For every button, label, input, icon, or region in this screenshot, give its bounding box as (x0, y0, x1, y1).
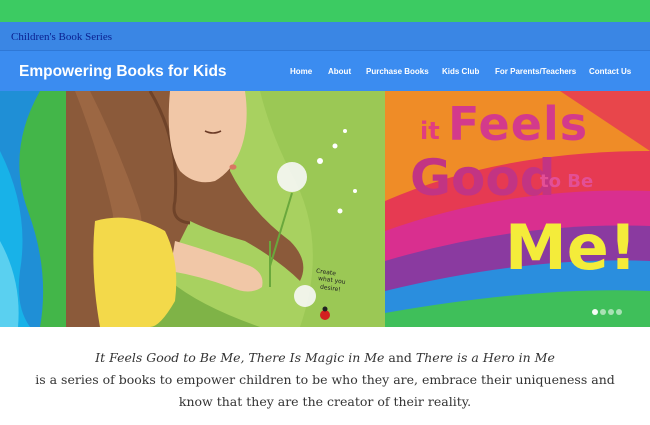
series-bar: Children's Book Series (0, 22, 650, 51)
intro-line-2: is a series of books to empower children… (35, 372, 615, 387)
slider-dots (592, 302, 624, 320)
book-title-3: There is a Hero in Me (415, 350, 555, 365)
slider-dot-2[interactable] (600, 309, 606, 315)
cover-title-to-be: to Be (540, 171, 594, 192)
cover-title-feels: Feels (448, 97, 589, 151)
site-brand[interactable]: Empowering Books for Kids (19, 63, 227, 81)
intro-line-3: know that they are the creator of their … (178, 394, 472, 409)
cover-title-it: it (420, 117, 440, 145)
slider-dot-3[interactable] (608, 309, 614, 315)
nav-kids-club[interactable]: Kids Club (442, 67, 479, 76)
intro-conjunction: and (388, 350, 412, 365)
cover-title-good: Good (410, 149, 556, 207)
slider-dot-4[interactable] (616, 309, 622, 315)
nav-about[interactable]: About (328, 67, 351, 76)
top-accent-bar (0, 0, 650, 22)
nav-parents-teachers[interactable]: For Parents/Teachers (495, 67, 576, 76)
cover-title-me: Me! (505, 211, 638, 284)
nav-home[interactable]: Home (290, 67, 312, 76)
intro-line-1: It Feels Good to Be Me, There Is Magic i… (0, 347, 650, 369)
nav-contact-us[interactable]: Contact Us (589, 67, 631, 76)
book-title-1: It Feels Good to Be Me, (95, 350, 245, 365)
main-navbar: Empowering Books for Kids Home About Pur… (0, 51, 650, 91)
book-title-2: There Is Magic in Me (248, 350, 385, 365)
hero-slider[interactable]: Create what you desire! it Feels Good to… (0, 91, 650, 327)
intro-text: It Feels Good to Be Me, There Is Magic i… (0, 347, 650, 413)
series-link[interactable]: Children's Book Series (11, 31, 112, 43)
nav-purchase-books[interactable]: Purchase Books (366, 67, 429, 76)
slider-dot-1[interactable] (592, 309, 598, 315)
